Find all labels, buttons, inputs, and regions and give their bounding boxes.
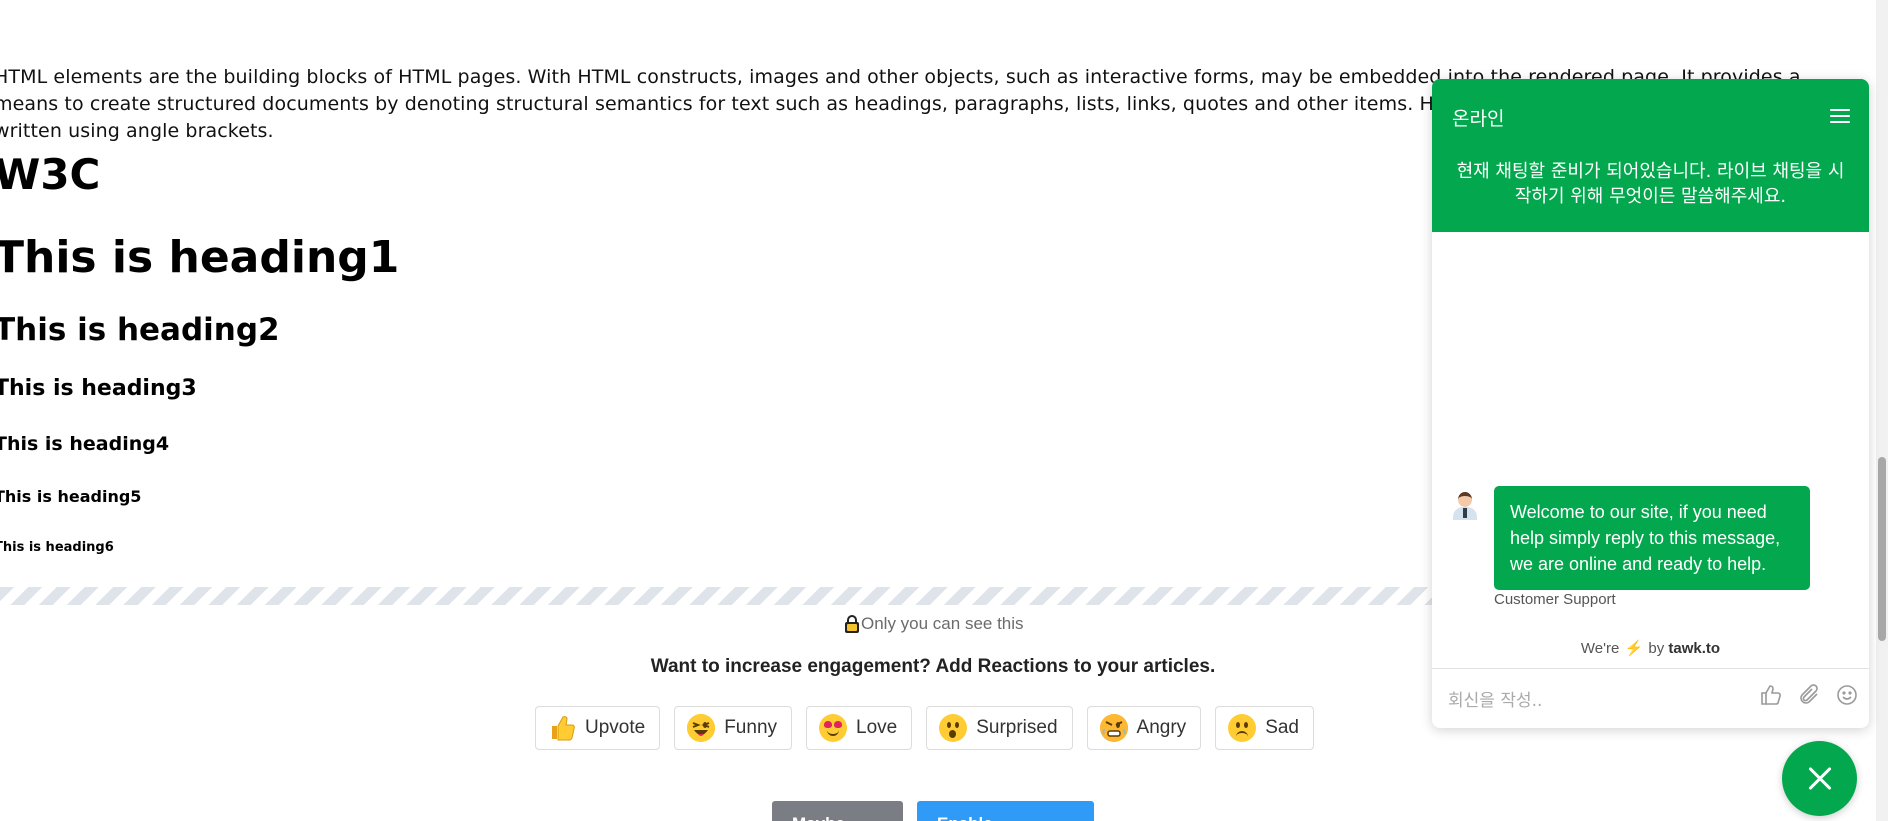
scrollbar-thumb[interactable] (1878, 457, 1886, 641)
reaction-funny-button[interactable]: Funny (674, 706, 793, 750)
menu-icon[interactable] (1830, 108, 1850, 124)
chat-close-button[interactable] (1782, 741, 1857, 816)
private-notice: Only you can see this (845, 614, 1024, 634)
paperclip-icon[interactable] (1797, 683, 1821, 707)
striped-divider (0, 587, 1440, 605)
reaction-label: Sad (1265, 717, 1299, 738)
reaction-label: Funny (724, 717, 778, 738)
heading-5: This is heading5 (0, 487, 142, 506)
chat-status: 온라인 (1452, 108, 1505, 130)
thumbs-up-icon (548, 714, 576, 742)
chat-header-message: 현재 채팅할 준비가 되어있습니다. 라이브 채팅을 시작하기 위해 무엇이든 … (1456, 161, 1845, 207)
reaction-label: Surprised (976, 717, 1058, 738)
chat-widget: 온라인 현재 채팅할 준비가 되어있습니다. 라이브 채팅을 시작하기 위해 무… (1432, 79, 1869, 728)
funny-face-icon (687, 714, 716, 742)
reactions-bar: Upvote Funny Love Surprised Angry Sad (535, 706, 1314, 750)
reaction-sad-button[interactable]: Sad (1215, 706, 1314, 750)
reaction-label: Love (856, 717, 898, 738)
powered-by-text: by (1648, 640, 1665, 657)
heading-3: This is heading3 (0, 376, 197, 401)
page-scrollbar[interactable] (1876, 0, 1888, 821)
heading-1: This is heading1 (0, 232, 400, 283)
private-notice-text: Only you can see this (861, 614, 1024, 633)
chat-input-actions (1759, 683, 1859, 707)
heading-4: This is heading4 (0, 433, 170, 455)
heading-2: This is heading2 (0, 312, 280, 348)
engagement-actions: Maybe later Enable Reactions (772, 801, 1094, 821)
powered-by[interactable]: We're ⚡ by tawk.to (1432, 639, 1869, 657)
chat-header: 온라인 현재 채팅할 준비가 되어있습니다. 라이브 채팅을 시작하기 위해 무… (1432, 79, 1869, 232)
w3c-heading: W3C (0, 150, 101, 199)
chat-message-input[interactable] (1446, 685, 1730, 717)
angry-face-icon (1099, 714, 1128, 742)
maybe-later-button[interactable]: Maybe later (772, 801, 903, 821)
chat-divider (1432, 668, 1869, 669)
enable-reactions-button[interactable]: Enable Reactions (917, 801, 1094, 821)
reaction-love-button[interactable]: Love (806, 706, 913, 750)
powered-prefix: We're (1580, 640, 1620, 657)
thumbs-up-icon[interactable] (1759, 683, 1783, 707)
heading-6: This is heading6 (0, 540, 114, 555)
powered-brand: tawk.to (1668, 640, 1721, 657)
agent-avatar (1451, 490, 1479, 520)
surprised-face-icon (939, 714, 968, 742)
reaction-angry-button[interactable]: Angry (1086, 706, 1202, 750)
reaction-upvote-button[interactable]: Upvote (535, 706, 661, 750)
emoji-icon[interactable] (1835, 683, 1859, 707)
reaction-label: Angry (1136, 717, 1187, 738)
lightning-icon: ⚡ (1624, 640, 1644, 657)
sad-face-icon (1228, 714, 1257, 742)
reaction-surprised-button[interactable]: Surprised (926, 706, 1073, 750)
page: HTML elements are the building blocks of… (0, 0, 1888, 821)
message-sender: Customer Support (1494, 591, 1616, 608)
heart-eyes-icon (819, 714, 848, 742)
reaction-label: Upvote (585, 717, 646, 738)
lock-icon (845, 615, 859, 633)
welcome-message-bubble: Welcome to our site, if you need help si… (1494, 486, 1810, 590)
